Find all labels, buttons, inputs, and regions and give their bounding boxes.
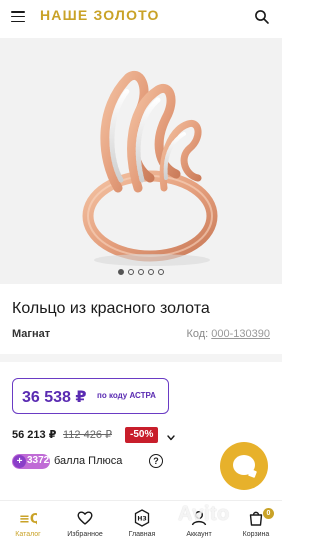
help-icon[interactable]: ? <box>149 454 163 468</box>
product-image-gallery[interactable] <box>0 38 282 284</box>
tab-account-label: Аккаунт <box>186 531 212 538</box>
product-brand[interactable]: Магнат <box>12 328 50 340</box>
plus-points-label: балла Плюса <box>54 455 123 467</box>
gallery-dot-1[interactable] <box>118 269 124 275</box>
discount-badge: -50% <box>125 427 159 443</box>
search-icon[interactable] <box>254 9 270 25</box>
bottom-tab-bar: ≡Q Каталог Избранное НЗ Главная Аккаунт … <box>0 500 282 540</box>
chat-button[interactable] <box>220 442 268 490</box>
product-code-label: Код: <box>186 328 209 340</box>
plus-points-amount: 3372 <box>27 455 50 466</box>
tab-cart-label: Корзина <box>242 531 270 538</box>
catalog-icon: ≡Q <box>19 509 41 527</box>
avito-watermark: Avito <box>178 503 230 525</box>
cart-count-badge: 0 <box>263 508 274 519</box>
chevron-down-icon[interactable] <box>166 430 176 441</box>
tab-catalog-label: Каталог <box>15 531 41 538</box>
plus-points-badge: + 3372 <box>12 454 50 469</box>
heart-icon <box>76 509 94 527</box>
top-header: НАШЕ ЗОЛОТО <box>0 0 282 34</box>
tab-catalog[interactable]: ≡Q Каталог <box>0 501 56 540</box>
tab-favorites-label: Избранное <box>67 531 103 538</box>
product-title: Кольцо из красного золота <box>12 300 210 317</box>
gallery-dot-4[interactable] <box>148 269 154 275</box>
ring-image <box>82 71 218 266</box>
current-price: 56 213 ₽ <box>12 429 57 441</box>
plus-icon: + <box>13 455 26 468</box>
promo-price-box[interactable]: 36 538 ₽ по коду АСТРА <box>12 378 169 414</box>
tab-home[interactable]: НЗ Главная <box>114 501 170 540</box>
tab-cart[interactable]: 0 Корзина <box>228 501 284 540</box>
gallery-dot-5[interactable] <box>158 269 164 275</box>
home-logo-text: НЗ <box>137 516 146 523</box>
tab-home-label: Главная <box>128 531 156 538</box>
chat-bubble-tail <box>248 469 257 478</box>
promo-price: 36 538 ₽ <box>22 389 87 406</box>
price-row: 56 213 ₽ 112 426 ₽ -50% <box>12 427 272 443</box>
old-price: 112 426 ₽ <box>63 429 113 441</box>
product-code-value[interactable]: 000-130390 <box>211 328 270 340</box>
tab-favorites[interactable]: Избранное <box>57 501 113 540</box>
section-divider <box>0 354 282 362</box>
gallery-dot-3[interactable] <box>138 269 144 275</box>
home-logo-icon: НЗ <box>133 509 151 527</box>
bonus-row: + 3372 балла Плюса ? <box>12 454 172 470</box>
promo-code-note: по коду АСТРА <box>97 391 156 400</box>
gallery-dot-2[interactable] <box>128 269 134 275</box>
gallery-pagination[interactable] <box>0 269 282 275</box>
brand-logo[interactable]: НАШЕ ЗОЛОТО <box>40 7 160 23</box>
product-code: Код: 000-130390 <box>186 328 270 340</box>
svg-text:≡Q: ≡Q <box>19 512 37 527</box>
burger-menu-icon[interactable] <box>11 11 25 23</box>
